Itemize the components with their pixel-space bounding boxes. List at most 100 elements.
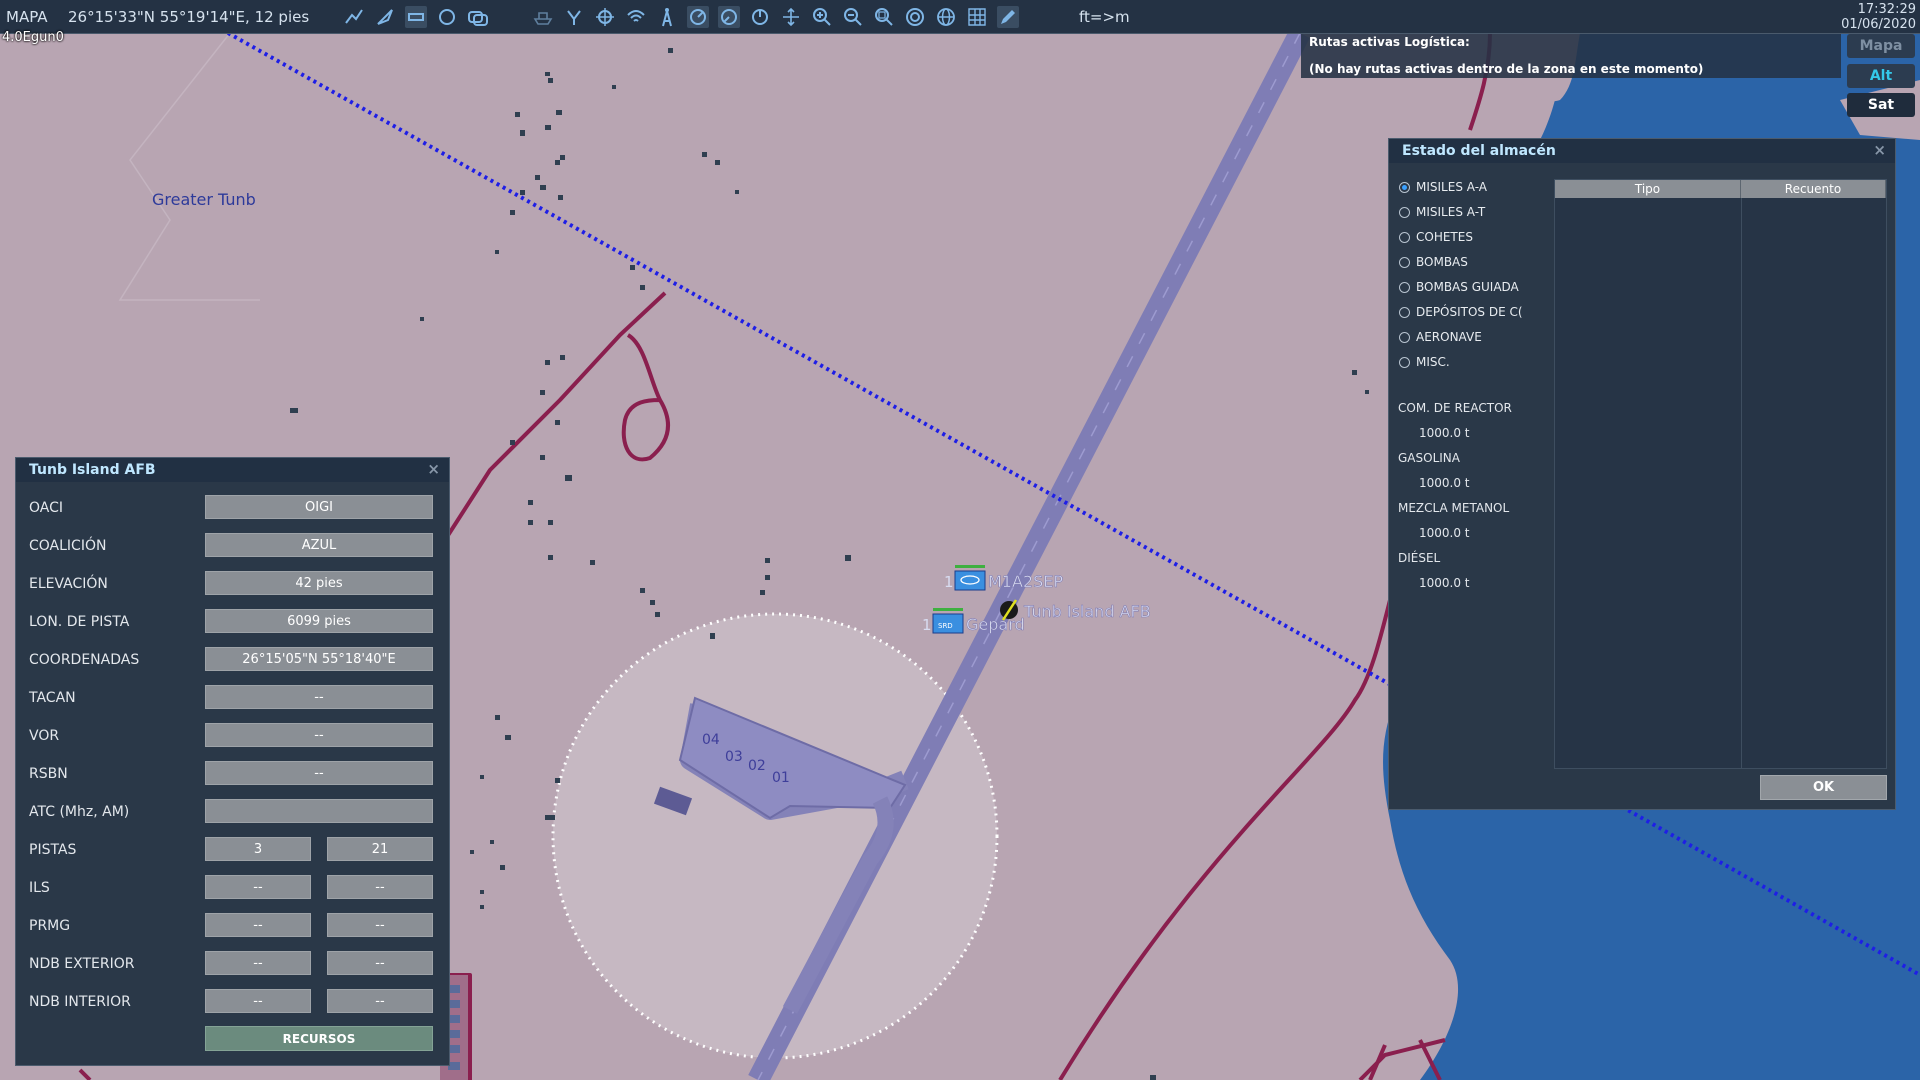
runway-length-field[interactable]: 6099 pies	[205, 609, 433, 633]
vor-field[interactable]: --	[205, 723, 433, 747]
unit-toggle-button[interactable]: ft=>m	[1073, 6, 1136, 28]
arrow-tool-icon[interactable]	[374, 6, 396, 28]
radar-icon-3[interactable]	[749, 6, 771, 28]
radio-checked-icon[interactable]	[1399, 181, 1410, 193]
fuel-label-jet: COM. DE REACTOR	[1398, 401, 1512, 415]
pen-icon[interactable]	[997, 5, 1019, 28]
warehouse-panel-title: Estado del almacén	[1402, 143, 1556, 159]
grid-icon[interactable]	[966, 6, 988, 28]
ndb-inner-1-field[interactable]: --	[205, 989, 311, 1013]
svg-text:SRD: SRD	[938, 622, 953, 630]
circle-tool-icon[interactable]	[436, 6, 458, 28]
row-rsbn: RSBN --	[16, 755, 449, 793]
fuel-value-gasoline: 1000.0 t	[1419, 476, 1470, 490]
coordinates-field[interactable]: 26°15'05"N 55°18'40"E	[205, 647, 433, 671]
row-runway-length: LON. DE PISTA 6099 pies	[16, 603, 449, 641]
zoom-fit-icon[interactable]	[873, 6, 895, 28]
svg-text:1: 1	[922, 616, 932, 634]
radio-icon[interactable]	[1399, 256, 1410, 268]
column-header-type[interactable]: Tipo	[1555, 180, 1741, 198]
fuel-value-diesel: 1000.0 t	[1419, 576, 1470, 590]
zoom-out-icon[interactable]	[842, 6, 864, 28]
parking-label-02: 02	[748, 758, 766, 774]
warehouse-panel: Estado del almacén × MISILES A-A MISILES…	[1388, 138, 1896, 810]
ils-2-field[interactable]: --	[327, 875, 433, 899]
map-type-map-button[interactable]: Mapa	[1847, 34, 1915, 58]
map-mode-label: MAPA	[6, 7, 48, 26]
resources-button[interactable]: RECURSOS	[205, 1026, 433, 1051]
runway-2-field[interactable]: 21	[327, 837, 433, 861]
move-icon[interactable]	[780, 6, 802, 28]
category-radio-7[interactable]: MISC.	[1399, 351, 1450, 373]
radio-icon[interactable]	[1399, 356, 1410, 368]
globe-icon[interactable]	[935, 6, 957, 28]
close-icon[interactable]: ×	[427, 460, 440, 478]
svg-text:Gepard: Gepard	[966, 615, 1025, 634]
routes-title: Rutas activas Logística:	[1309, 35, 1470, 49]
map-place-label: Greater Tunb	[152, 190, 256, 209]
oaci-field[interactable]: OIGI	[205, 495, 433, 519]
fuel-value-methanol: 1000.0 t	[1419, 526, 1470, 540]
ndb-inner-2-field[interactable]: --	[327, 989, 433, 1013]
ndb-outer-1-field[interactable]: --	[205, 951, 311, 975]
row-coalition: COALICIÓN AZUL	[16, 527, 449, 565]
row-ils: ILS -- --	[16, 869, 449, 907]
prmg-2-field[interactable]: --	[327, 913, 433, 937]
svg-text:Tunb Island AFB: Tunb Island AFB	[1023, 602, 1151, 621]
prmg-1-field[interactable]: --	[205, 913, 311, 937]
atc-field[interactable]	[205, 799, 433, 823]
inventory-table[interactable]: Tipo Recuento	[1554, 179, 1887, 769]
ships-icon[interactable]	[532, 6, 554, 28]
radio-icon[interactable]	[1399, 231, 1410, 243]
map-type-alt-button[interactable]: Alt	[1847, 64, 1915, 88]
scale-label: 4.0Egun0	[2, 30, 64, 45]
category-radio-2[interactable]: COHETES	[1399, 226, 1473, 248]
ok-button[interactable]: OK	[1760, 775, 1887, 800]
elevation-field[interactable]: 42 pies	[205, 571, 433, 595]
row-ndb-inner: NDB INTERIOR -- --	[16, 983, 449, 1021]
category-radio-0[interactable]: MISILES A-A	[1399, 176, 1487, 198]
runway-1-field[interactable]: 3	[205, 837, 311, 861]
category-radio-5[interactable]: DEPÓSITOS DE C(	[1399, 301, 1523, 323]
wifi-icon[interactable]	[625, 6, 647, 28]
category-radio-3[interactable]: BOMBAS	[1399, 251, 1468, 273]
radio-icon[interactable]	[1399, 331, 1410, 343]
ndb-outer-2-field[interactable]: --	[327, 951, 433, 975]
parking-label-04: 04	[702, 732, 720, 748]
radio-icon[interactable]	[1399, 206, 1410, 218]
radar-icon-2[interactable]	[718, 5, 740, 28]
map-type-sat-button[interactable]: Sat	[1847, 93, 1915, 117]
routes-message: (No hay rutas activas dentro de la zona …	[1309, 62, 1704, 76]
rsbn-field[interactable]: --	[205, 761, 433, 785]
layers-icon[interactable]	[467, 6, 489, 28]
tacan-field[interactable]: --	[205, 685, 433, 709]
airfield-panel: Tunb Island AFB × OACI OIGI COALICIÓN AZ…	[15, 457, 450, 1066]
airfield-panel-title: Tunb Island AFB	[29, 462, 156, 478]
nodes-icon[interactable]	[563, 6, 585, 28]
rectangle-tool-icon[interactable]	[405, 5, 427, 28]
radar-icon-1[interactable]	[687, 5, 709, 28]
svg-text:M1A2SEP: M1A2SEP	[988, 572, 1063, 591]
row-vor: VOR --	[16, 717, 449, 755]
top-toolbar: MAPA 26°15'33"N 55°19'14"E, 12 pies ft=>…	[0, 0, 1920, 34]
row-oaci: OACI OIGI	[16, 489, 449, 527]
row-prmg: PRMG -- --	[16, 907, 449, 945]
column-header-count[interactable]: Recuento	[1741, 180, 1886, 198]
logistics-routes-banner: Rutas activas Logística: (No hay rutas a…	[1301, 34, 1841, 78]
close-icon[interactable]: ×	[1873, 141, 1886, 159]
zoom-in-icon[interactable]	[811, 6, 833, 28]
category-radio-1[interactable]: MISILES A-T	[1399, 201, 1485, 223]
crosshair-icon[interactable]	[594, 6, 616, 28]
category-radio-6[interactable]: AERONAVE	[1399, 326, 1482, 348]
parking-label-03: 03	[725, 749, 743, 765]
coalition-field[interactable]: AZUL	[205, 533, 433, 557]
target-icon[interactable]	[904, 6, 926, 28]
category-radio-4[interactable]: BOMBAS GUIADA	[1399, 276, 1519, 298]
route-tool-icon[interactable]	[343, 6, 365, 28]
airfield-panel-header: Tunb Island AFB ×	[16, 458, 449, 482]
radio-icon[interactable]	[1399, 306, 1410, 318]
radio-tower-icon[interactable]	[656, 6, 678, 28]
ils-1-field[interactable]: --	[205, 875, 311, 899]
radio-icon[interactable]	[1399, 281, 1410, 293]
fuel-label-methanol: MEZCLA METANOL	[1398, 501, 1510, 515]
